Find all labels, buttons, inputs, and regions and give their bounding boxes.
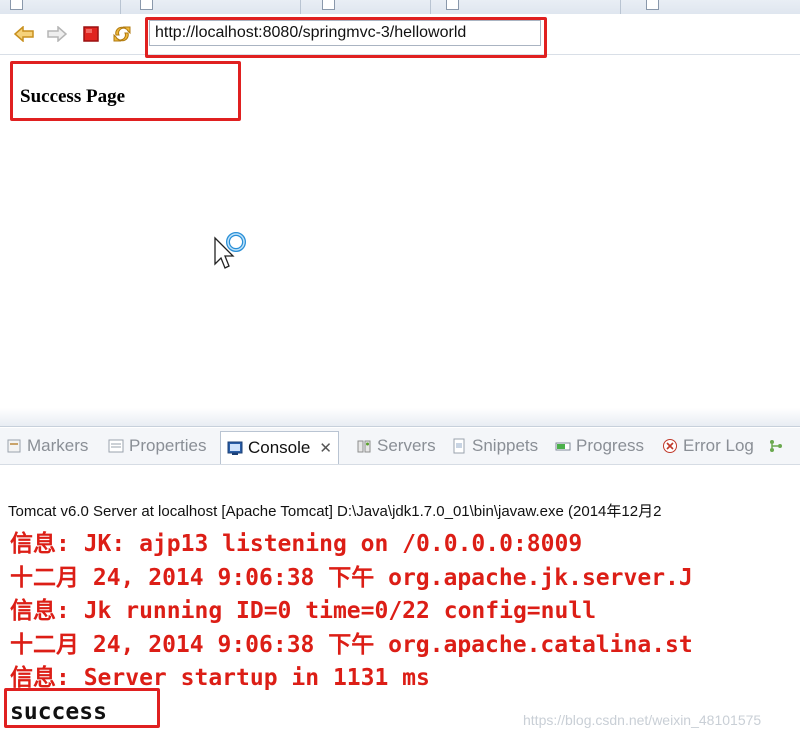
tab-label: Servers (377, 436, 436, 455)
editor-tab[interactable] (316, 0, 341, 12)
file-icon (446, 0, 459, 10)
console-line: 十二月 24, 2014 9:06:38 下午 org.apache.jk.se… (10, 564, 693, 591)
console-header: Tomcat v6.0 Server at localhost [Apache … (8, 503, 662, 520)
stop-icon (83, 26, 99, 42)
console-line: 信息: Server startup in 1131 ms (10, 665, 430, 692)
editor-tab[interactable] (440, 0, 465, 12)
forward-arrow-icon (47, 26, 67, 42)
tab-markers[interactable]: Markers (6, 432, 88, 460)
editor-tab[interactable] (640, 0, 665, 12)
markers-icon (7, 439, 21, 453)
refresh-button[interactable] (112, 24, 132, 44)
url-input[interactable]: http://localhost:8080/springmvc-3/hellow… (149, 20, 541, 46)
tab-servers[interactable]: Servers (356, 432, 436, 460)
console-line: 十二月 24, 2014 9:06:38 下午 org.apache.catal… (10, 631, 693, 658)
progress-icon (555, 442, 571, 451)
tab-progress[interactable]: Progress (555, 432, 644, 460)
file-icon (646, 0, 659, 10)
page-title: Success Page (20, 86, 126, 107)
watermark: https://blog.csdn.net/weixin_48101575 (523, 712, 762, 728)
browser-bottom-edge (0, 408, 800, 427)
refresh-icon (113, 26, 131, 42)
tab-more[interactable] (768, 432, 784, 460)
file-icon (10, 0, 23, 10)
tab-console[interactable]: Console ✕ (220, 431, 339, 464)
tab-label: Markers (27, 436, 89, 455)
back-arrow-icon (14, 26, 34, 42)
console-line: 信息: JK: ajp13 listening on /0.0.0.0:8009 (10, 531, 583, 557)
git-branch-icon (770, 440, 782, 452)
close-icon[interactable]: ✕ (319, 439, 332, 457)
forward-button[interactable] (47, 24, 67, 44)
file-icon (140, 0, 153, 10)
tab-label: Error Log (683, 436, 754, 455)
tab-snippets[interactable]: Snippets (451, 432, 538, 460)
error-log-icon (663, 439, 677, 453)
stop-button[interactable] (81, 24, 101, 44)
editor-tab[interactable] (134, 0, 159, 12)
tab-properties[interactable]: Properties (108, 432, 206, 460)
tab-label: Console (248, 438, 311, 457)
tab-label: Properties (129, 436, 207, 455)
file-icon (322, 0, 335, 10)
browser-toolbar: http://localhost:8080/springmvc-3/hellow… (0, 14, 800, 55)
editor-tab[interactable] (4, 0, 29, 12)
tab-error-log[interactable]: Error Log (662, 432, 754, 460)
view-tab-bar: Markers Properties Console ✕ Servers Sni… (0, 428, 800, 465)
busy-cursor-icon (214, 232, 246, 269)
properties-icon (108, 439, 124, 453)
snippets-icon (453, 438, 465, 454)
console-output: 信息: JK: ajp13 listening on /0.0.0.0:8009… (10, 528, 800, 730)
servers-icon (357, 440, 371, 453)
editor-tab-strip (0, 0, 800, 15)
console-line: 信息: Jk running ID=0 time=0/22 config=nul… (10, 598, 597, 625)
console-icon (227, 441, 243, 455)
tab-label: Snippets (472, 436, 539, 455)
back-button[interactable] (14, 24, 34, 44)
tab-label: Progress (576, 436, 645, 455)
